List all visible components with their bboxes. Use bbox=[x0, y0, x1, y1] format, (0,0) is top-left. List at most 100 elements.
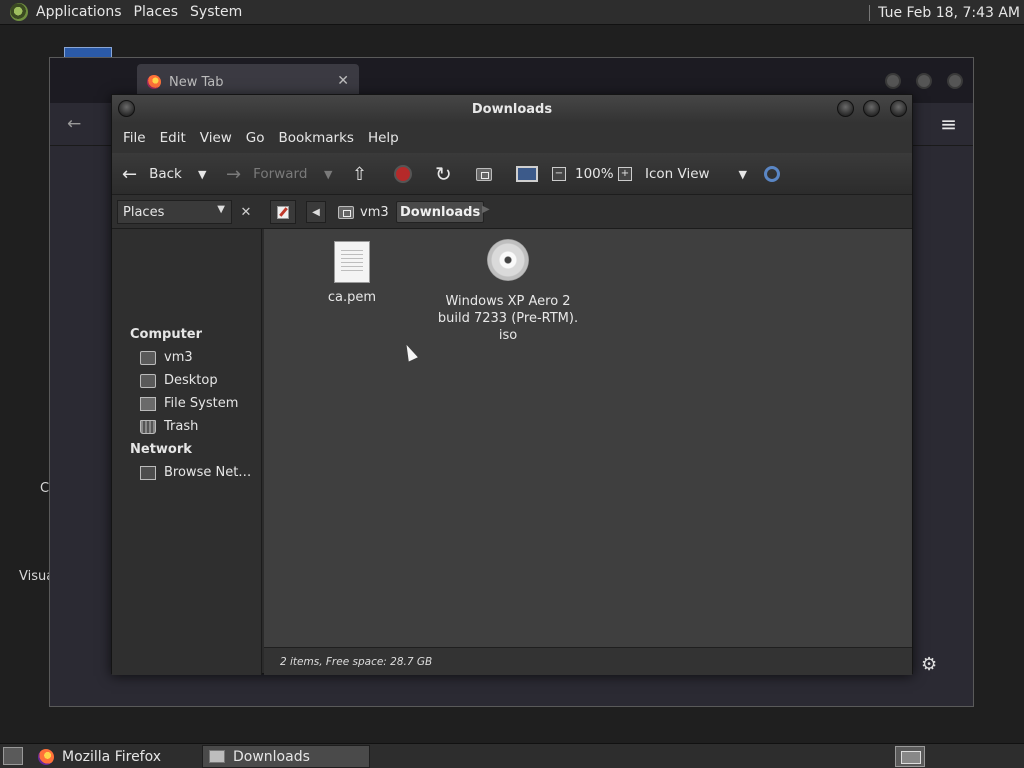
menu-file[interactable]: File bbox=[116, 130, 153, 146]
menu-go[interactable]: Go bbox=[239, 130, 272, 146]
places-sidebar: Computer vm3 Desktop File System Trash N… bbox=[112, 229, 262, 675]
trash-icon bbox=[140, 419, 156, 434]
workspace-switcher[interactable] bbox=[895, 746, 925, 767]
minimize-button[interactable] bbox=[837, 100, 854, 117]
menu-edit[interactable]: Edit bbox=[153, 130, 193, 146]
up-button[interactable]: ⇧ bbox=[352, 153, 367, 195]
computer-icon bbox=[516, 166, 538, 182]
close-button[interactable] bbox=[890, 100, 907, 117]
file-item[interactable]: Windows XP Aero 2 build 7233 (Pre-RTM). … bbox=[436, 239, 580, 344]
zoom-level[interactable]: 100% bbox=[575, 153, 614, 195]
location-bar: Places ▼ ✕ ◀ vm3 Downloads ▶ bbox=[112, 195, 912, 229]
desktop-folder-icon bbox=[140, 373, 156, 388]
clock-area: Tue Feb 18, 7:43 AM bbox=[869, 0, 1020, 25]
file-item[interactable]: ca.pem bbox=[312, 241, 392, 306]
clock[interactable]: Tue Feb 18, 7:43 AM bbox=[878, 5, 1020, 21]
taskbar-firefox[interactable]: Mozilla Firefox bbox=[32, 745, 200, 768]
computer-button[interactable] bbox=[516, 153, 538, 195]
breadcrumb-downloads[interactable]: Downloads bbox=[396, 201, 485, 223]
sidebar-heading-computer: Computer bbox=[130, 327, 203, 342]
distro-logo-icon[interactable] bbox=[10, 3, 28, 21]
taskbar-downloads[interactable]: Downloads bbox=[202, 745, 370, 768]
disc-image-icon bbox=[487, 239, 529, 281]
stop-button[interactable] bbox=[394, 153, 412, 195]
edit-location-button[interactable] bbox=[270, 200, 296, 224]
back-button[interactable]: ← Back bbox=[122, 153, 182, 195]
taskbar-label: Mozilla Firefox bbox=[62, 748, 162, 765]
bottom-panel: Mozilla Firefox Downloads bbox=[0, 743, 1024, 768]
hamburger-menu-icon[interactable]: ≡ bbox=[940, 112, 957, 136]
forward-button[interactable]: → Forward bbox=[226, 153, 307, 195]
drive-icon bbox=[140, 396, 156, 411]
chevron-down-icon: ▼ bbox=[217, 204, 225, 215]
sidebar-item-browse-network[interactable]: Browse Net… bbox=[140, 465, 251, 480]
back-arrow-icon[interactable]: ← bbox=[67, 114, 81, 134]
sidebar-item-trash[interactable]: Trash bbox=[140, 419, 198, 434]
breadcrumb-label: vm3 bbox=[360, 204, 389, 220]
reload-button[interactable]: ↻ bbox=[435, 153, 452, 195]
breadcrumb-vm3[interactable]: vm3 bbox=[334, 201, 393, 223]
tab-title: New Tab bbox=[169, 74, 224, 90]
file-name: ca.pem bbox=[327, 290, 377, 305]
menu-help[interactable]: Help bbox=[361, 130, 406, 146]
sidebar-type-value: Places bbox=[123, 204, 165, 220]
maximize-button[interactable] bbox=[863, 100, 880, 117]
close-button[interactable] bbox=[947, 73, 963, 89]
gear-icon[interactable]: ⚙ bbox=[921, 654, 937, 675]
menu-view[interactable]: View bbox=[193, 130, 239, 146]
view-mode-dropdown[interactable]: Icon View ▼ bbox=[645, 153, 747, 195]
sidebar-item-label: Browse Net… bbox=[164, 465, 252, 480]
file-view[interactable]: ca.pem Windows XP Aero 2 build 7233 (Pre… bbox=[264, 229, 912, 647]
sidebar-type-select[interactable]: Places ▼ bbox=[117, 200, 232, 224]
document-icon bbox=[334, 241, 370, 283]
sidebar-item-filesystem[interactable]: File System bbox=[140, 396, 238, 411]
sidebar-heading-network: Network bbox=[130, 442, 192, 457]
toolbar: ← Back ▼ → Forward ▼ ⇧ ↻ − 100% + Icon V… bbox=[112, 153, 912, 195]
forward-history-dropdown[interactable]: ▼ bbox=[324, 153, 332, 195]
maximize-button[interactable] bbox=[916, 73, 932, 89]
forward-icon: → bbox=[226, 163, 242, 185]
crumb-scroll-right-button[interactable]: ▶ bbox=[482, 204, 490, 215]
zoom-in-button[interactable]: + bbox=[618, 153, 632, 195]
zoom-out-icon: − bbox=[552, 167, 566, 181]
sidebar-item-label: Desktop bbox=[164, 373, 218, 388]
window-titlebar[interactable]: Downloads bbox=[112, 95, 912, 123]
home-button[interactable] bbox=[476, 153, 498, 195]
forward-label: Forward bbox=[253, 166, 308, 182]
network-icon bbox=[140, 465, 156, 480]
file-name-line: Windows XP Aero 2 bbox=[445, 294, 571, 309]
close-sidebar-icon[interactable]: ✕ bbox=[236, 200, 256, 224]
desktop-icon-label[interactable]: C bbox=[40, 481, 49, 496]
edit-icon bbox=[277, 205, 289, 219]
crumb-scroll-left-button[interactable]: ◀ bbox=[306, 201, 326, 223]
applications-menu[interactable]: Applications bbox=[30, 0, 128, 25]
close-tab-icon[interactable]: ✕ bbox=[337, 73, 349, 89]
system-menu[interactable]: System bbox=[184, 0, 248, 25]
show-desktop-button[interactable] bbox=[3, 747, 23, 765]
home-folder-icon bbox=[338, 205, 354, 219]
stop-icon bbox=[394, 165, 412, 183]
zoom-in-icon: + bbox=[618, 167, 632, 181]
up-arrow-icon: ⇧ bbox=[352, 163, 368, 185]
taskbar-label: Downloads bbox=[233, 748, 310, 765]
zoom-out-button[interactable]: − bbox=[552, 153, 566, 195]
home-folder-icon bbox=[476, 167, 492, 181]
back-history-dropdown[interactable]: ▼ bbox=[198, 153, 206, 195]
window-title: Downloads bbox=[471, 101, 553, 117]
menu-bookmarks[interactable]: Bookmarks bbox=[272, 130, 361, 146]
file-manager-window: Downloads File Edit View Go Bookmarks He… bbox=[111, 94, 913, 675]
window-menu-button[interactable] bbox=[118, 100, 135, 117]
minimize-button[interactable] bbox=[885, 73, 901, 89]
firefox-favicon-icon bbox=[147, 75, 161, 89]
menubar: File Edit View Go Bookmarks Help bbox=[112, 123, 912, 153]
search-button[interactable] bbox=[764, 153, 780, 195]
sidebar-item-label: File System bbox=[164, 396, 239, 411]
sidebar-item-vm3[interactable]: vm3 bbox=[140, 350, 193, 365]
places-menu[interactable]: Places bbox=[128, 0, 185, 25]
chevron-down-icon: ▼ bbox=[738, 167, 747, 181]
back-label: Back bbox=[149, 166, 182, 182]
top-panel: Applications Places System Tue Feb 18, 7… bbox=[0, 0, 1024, 25]
file-name-line: build 7233 (Pre-RTM). bbox=[437, 311, 579, 326]
sidebar-item-desktop[interactable]: Desktop bbox=[140, 373, 218, 388]
view-mode-label: Icon View bbox=[645, 166, 710, 182]
